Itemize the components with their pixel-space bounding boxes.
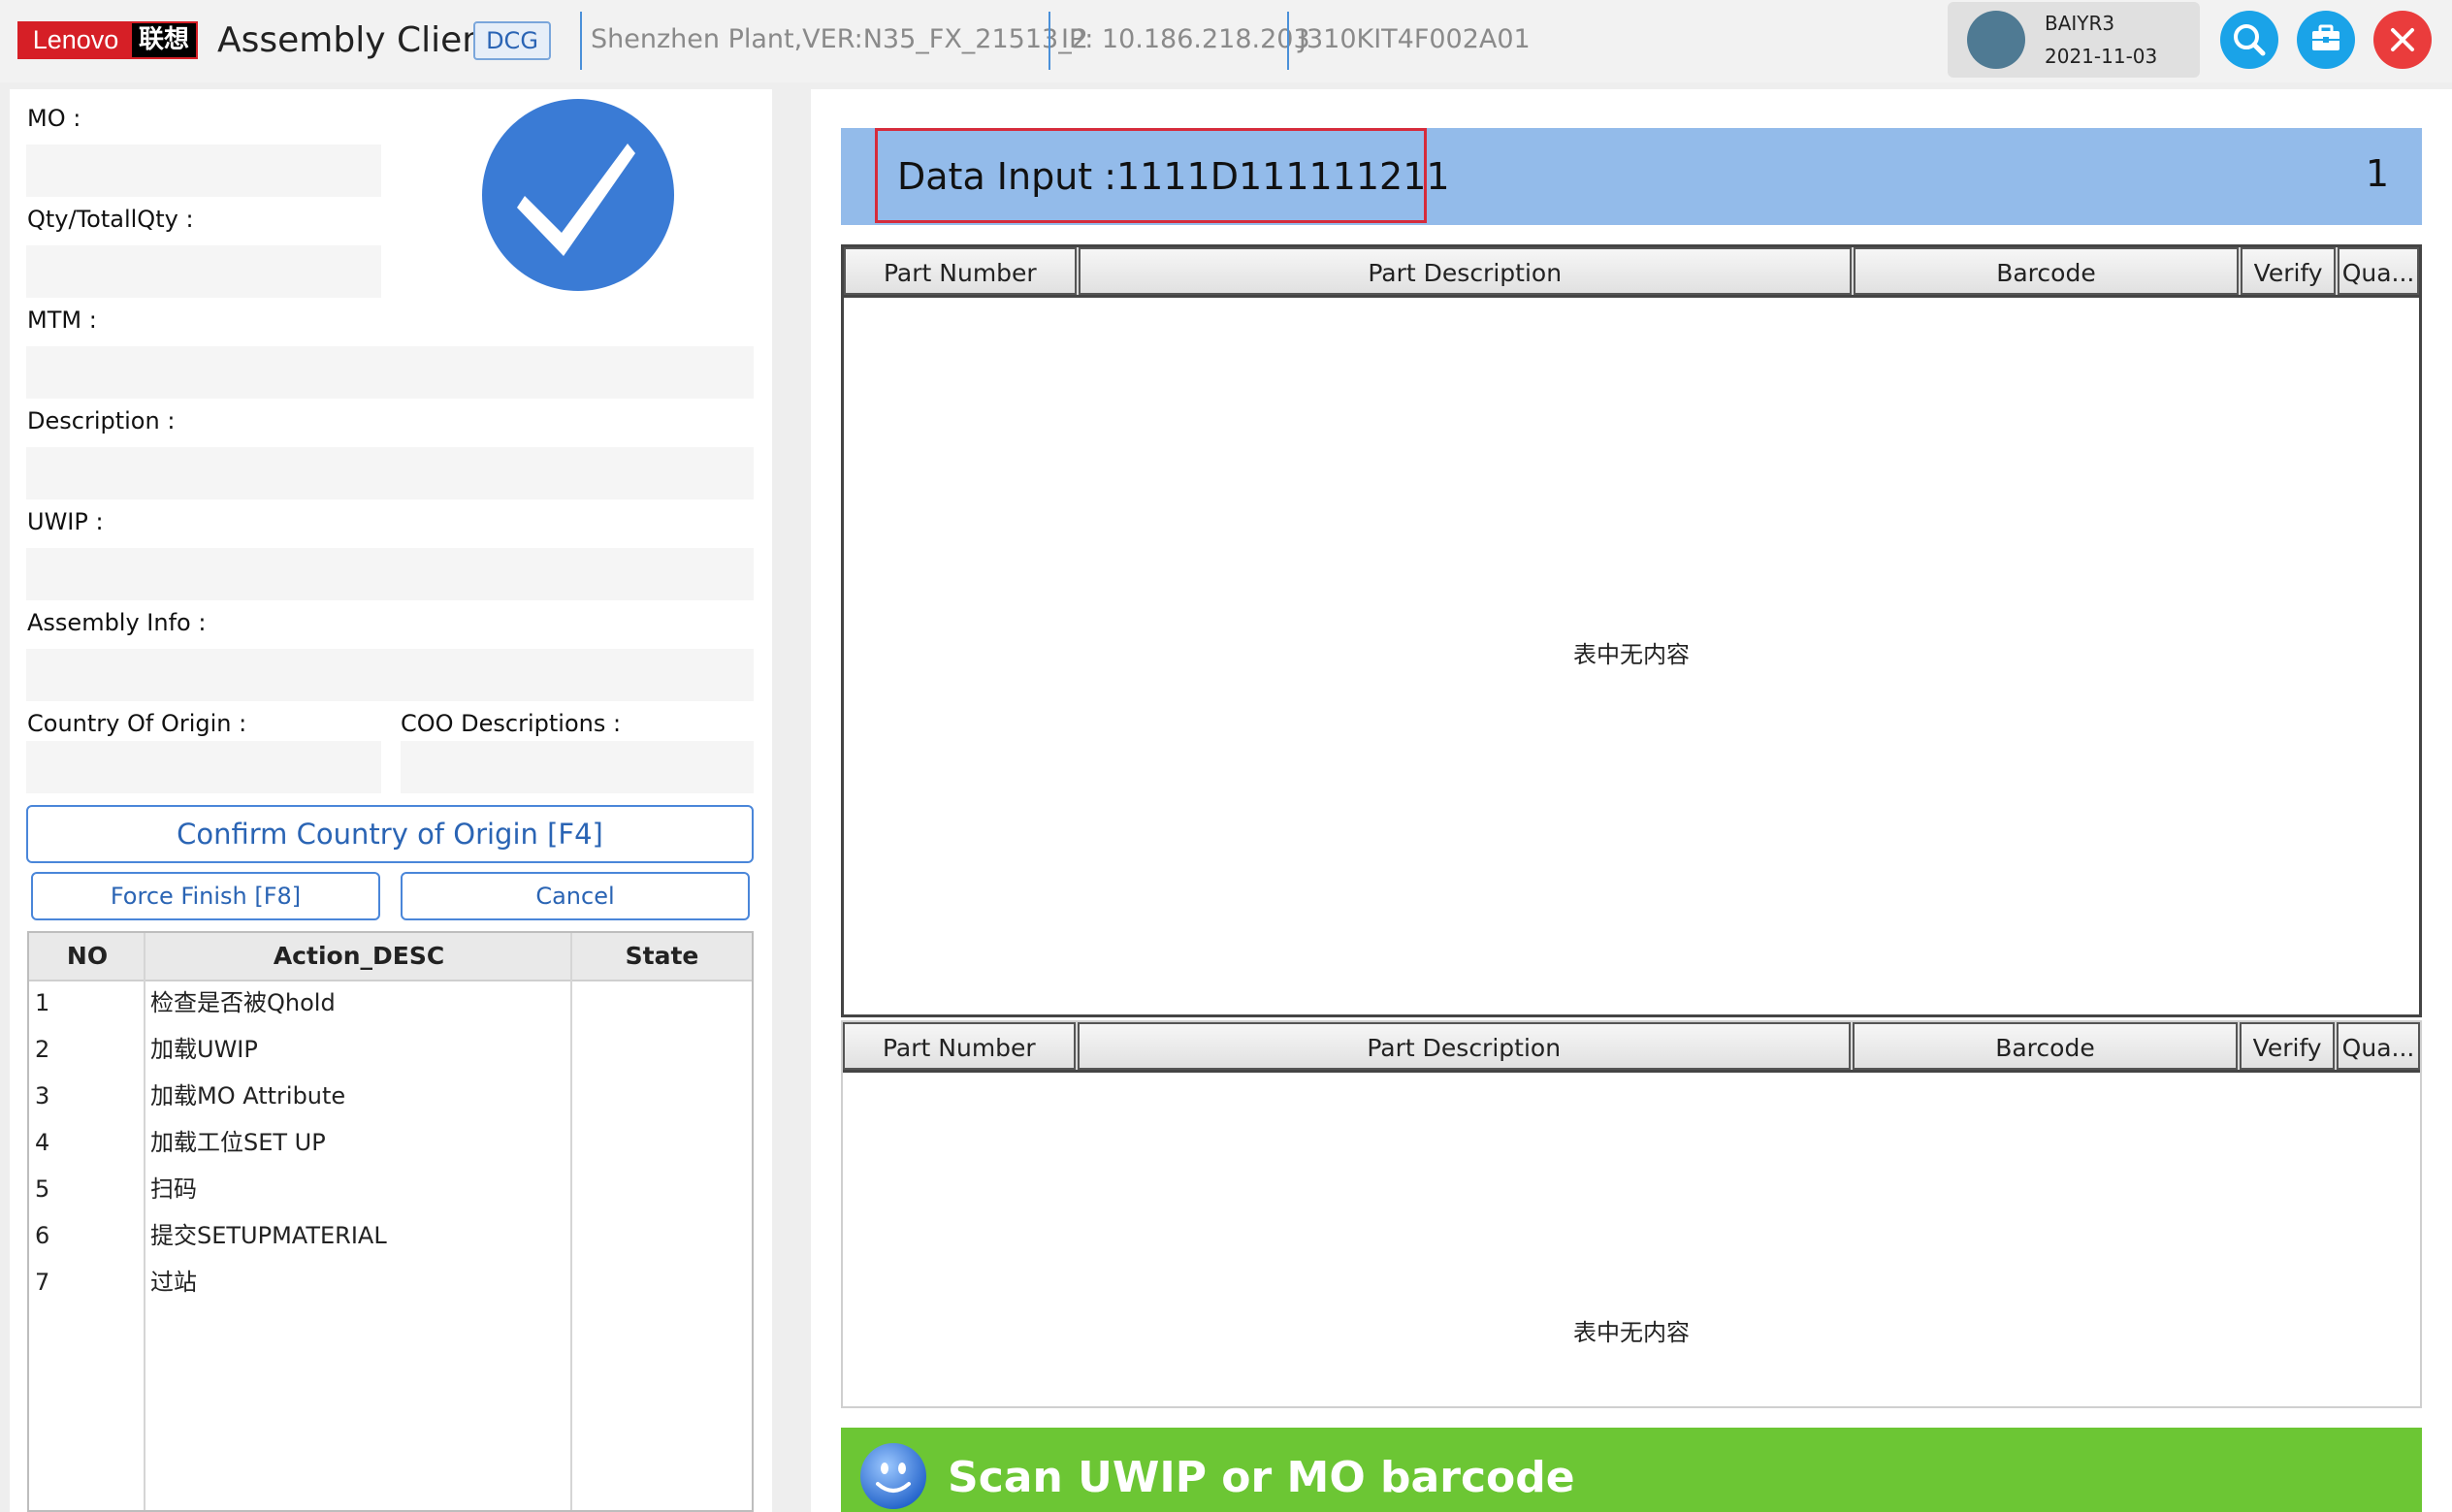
station-id: J310KIT4F002A01 (1299, 24, 1531, 54)
table-row[interactable]: 2 加载UWIP (29, 1028, 752, 1075)
data-input-box[interactable]: Data Input : 1111D111111211 (875, 128, 1450, 223)
column-header-part-description[interactable]: Part Description (1078, 247, 1852, 295)
column-header-part-number[interactable]: Part Number (843, 1022, 1076, 1070)
parts-table-bottom-header: Part Number Part Description Barcode Ver… (843, 1022, 2420, 1073)
column-header-part-description[interactable]: Part Description (1077, 1022, 1851, 1070)
smiley-icon (858, 1441, 928, 1511)
confirm-country-button[interactable]: Confirm Country of Origin [F4] (26, 805, 754, 863)
data-input-label: Data Input : (897, 155, 1117, 198)
dcg-badge: DCG (473, 21, 551, 60)
table-row[interactable]: 1 检查是否被Qhold (29, 981, 752, 1028)
close-button[interactable] (2373, 11, 2432, 69)
left-panel: MO : Qty/TotallQty : MTM : Description :… (10, 89, 772, 1512)
uwip-field (26, 548, 754, 600)
user-card[interactable]: BAIYR3 2021-11-03 (1948, 2, 2200, 78)
row-action-desc: 过站 (150, 1269, 197, 1296)
checkmark-circle-icon (517, 144, 635, 256)
country-of-origin-label: Country Of Origin : (27, 710, 247, 737)
empty-table-message: 表中无内容 (1573, 641, 1690, 668)
lenovo-logo: Lenovo 联想 (17, 21, 198, 59)
country-of-origin-field (26, 741, 381, 793)
row-number: 1 (35, 989, 50, 1016)
separator (580, 12, 582, 70)
data-input-bar[interactable]: Data Input : 1111D111111211 1 (841, 128, 2422, 225)
success-status (482, 99, 674, 291)
description-label: Description : (27, 407, 176, 434)
user-name: BAIYR3 (2045, 12, 2115, 35)
column-header-part-number[interactable]: Part Number (844, 247, 1077, 295)
action-table-header: NO Action_DESC State (29, 933, 752, 981)
briefcase-button[interactable] (2297, 11, 2355, 69)
table-row[interactable]: 5 扫码 (29, 1168, 752, 1214)
parts-table-top-header: Part Number Part Description Barcode Ver… (844, 247, 2419, 298)
search-icon (2234, 24, 2266, 56)
qty-label: Qty/TotallQty : (27, 206, 194, 233)
mo-label: MO : (27, 105, 81, 132)
description-field (26, 447, 754, 499)
column-header-no[interactable]: NO (29, 933, 145, 980)
column-header-quantity[interactable]: Qua... (2338, 247, 2419, 295)
force-finish-button[interactable]: Force Finish [F8] (31, 872, 380, 920)
search-button[interactable] (2220, 11, 2278, 69)
mo-field (26, 145, 381, 197)
login-date: 2021-11-03 (2045, 45, 2158, 68)
separator (1049, 12, 1050, 70)
column-header-verify[interactable]: Verify (2240, 1022, 2336, 1070)
cancel-button[interactable]: Cancel (401, 872, 750, 920)
table-row[interactable]: 4 加载工位SET UP (29, 1121, 752, 1168)
column-header-action-desc[interactable]: Action_DESC (145, 933, 572, 980)
row-action-desc: 加载工位SET UP (150, 1129, 326, 1156)
parts-table-bottom: Part Number Part Description Barcode Ver… (841, 1020, 2422, 1408)
row-number: 5 (35, 1175, 50, 1203)
coo-descriptions-field (401, 741, 754, 793)
row-number: 7 (35, 1269, 50, 1296)
avatar (1967, 11, 2025, 69)
coo-descriptions-label: COO Descriptions : (401, 710, 622, 737)
right-panel: Data Input : 1111D111111211 1 Part Numbe… (811, 89, 2452, 1512)
briefcase-icon (2312, 24, 2339, 50)
ip-address: IP: 10.186.218.203 (1061, 24, 1310, 54)
row-action-desc: 检查是否被Qhold (150, 989, 336, 1016)
title-bar: Lenovo 联想 Assembly Client DCG Shenzhen P… (0, 0, 2452, 82)
row-action-desc: 提交SETUPMATERIAL (150, 1222, 387, 1249)
close-icon (2391, 28, 2414, 51)
status-bar: Scan UWIP or MO barcode (841, 1428, 2422, 1512)
assembly-info-field (26, 649, 754, 701)
status-message: Scan UWIP or MO barcode (948, 1453, 1575, 1502)
action-table: NO Action_DESC State 1 检查是否被Qhold 2 加载UW… (27, 931, 754, 1512)
mtm-label: MTM : (27, 306, 97, 334)
empty-table-message: 表中无内容 (1573, 1319, 1690, 1346)
assembly-info-label: Assembly Info : (27, 609, 207, 636)
row-number: 2 (35, 1036, 50, 1063)
row-number: 6 (35, 1222, 50, 1249)
data-input-value: 1111D111111211 (1116, 155, 1450, 198)
row-action-desc: 加载MO Attribute (150, 1082, 346, 1110)
column-header-state[interactable]: State (572, 933, 752, 980)
qty-field (26, 245, 381, 298)
scan-count: 1 (2365, 152, 2389, 195)
row-action-desc: 加载UWIP (150, 1036, 258, 1063)
table-row[interactable]: 7 过站 (29, 1261, 752, 1307)
row-number: 3 (35, 1082, 50, 1110)
table-row[interactable]: 6 提交SETUPMATERIAL (29, 1214, 752, 1261)
uwip-label: UWIP : (27, 508, 104, 535)
column-header-quantity[interactable]: Qua... (2337, 1022, 2420, 1070)
app-title: Assembly Client (217, 20, 499, 60)
column-header-verify[interactable]: Verify (2241, 247, 2337, 295)
column-header-barcode[interactable]: Barcode (1853, 247, 2240, 295)
column-header-barcode[interactable]: Barcode (1852, 1022, 2239, 1070)
logo-text-cn: 联想 (132, 23, 196, 57)
row-action-desc: 扫码 (150, 1175, 197, 1203)
row-number: 4 (35, 1129, 50, 1156)
table-row[interactable]: 3 加载MO Attribute (29, 1075, 752, 1121)
logo-text: Lenovo (19, 23, 132, 57)
plant-version: Shenzhen Plant,VER:N35_FX_21513_2 (591, 24, 1088, 54)
separator (1287, 12, 1289, 70)
parts-table-top: Part Number Part Description Barcode Ver… (841, 244, 2422, 1017)
mtm-field (26, 346, 754, 399)
